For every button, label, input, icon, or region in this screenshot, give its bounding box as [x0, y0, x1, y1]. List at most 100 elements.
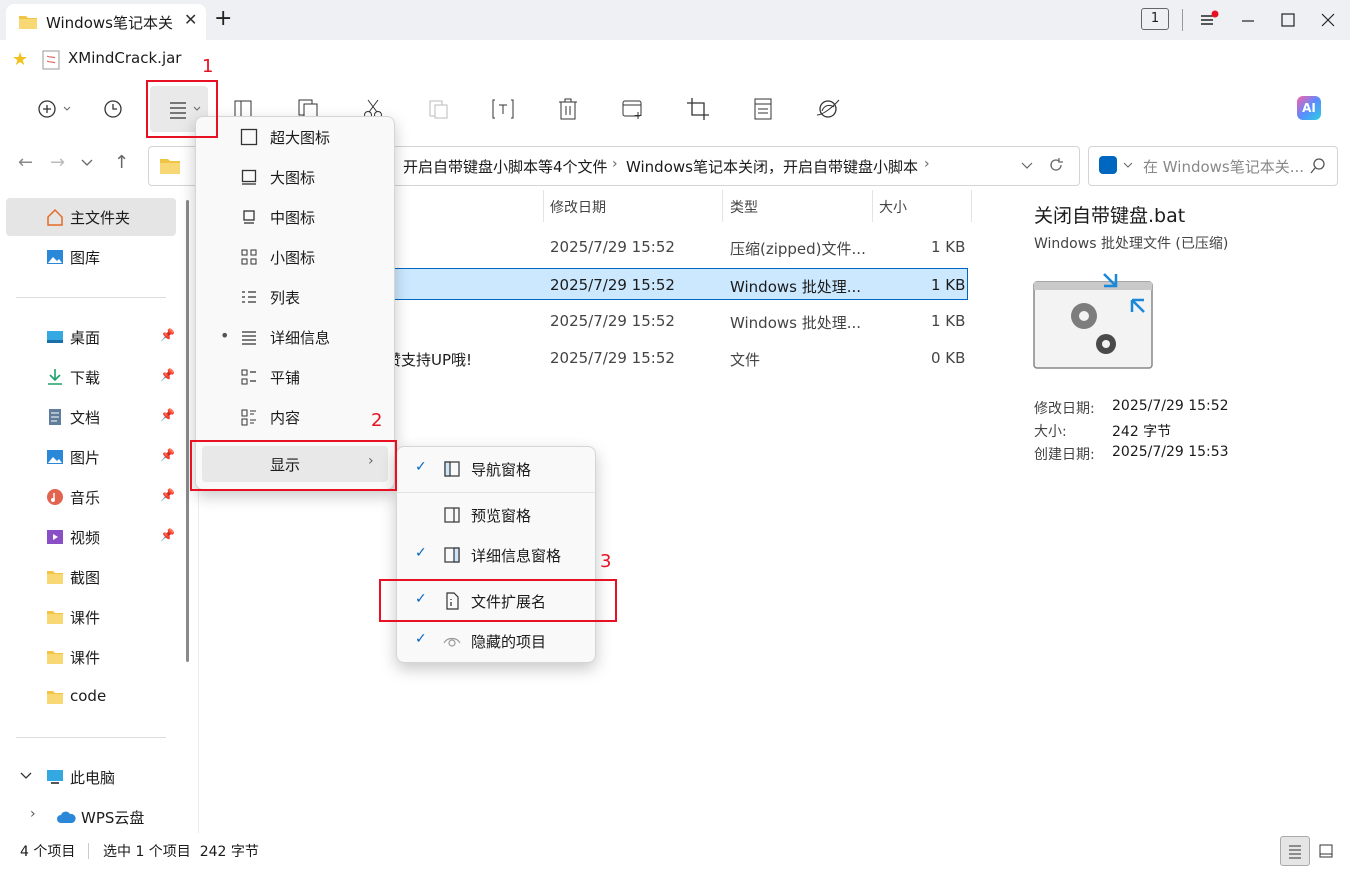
chevron-right-icon[interactable]: ›: [30, 806, 36, 822]
new-tab-action-button[interactable]: [620, 96, 646, 122]
refresh-icon[interactable]: [1047, 156, 1065, 174]
rename-button[interactable]: [490, 96, 516, 122]
sidebar-item-videos[interactable]: 视频 📌: [6, 518, 176, 556]
menu-item-large-icons[interactable]: 大图标: [202, 159, 386, 195]
share-button[interactable]: [815, 96, 841, 122]
menu-item-hidden-items[interactable]: ✓ 隐藏的项目: [403, 623, 589, 659]
history-button[interactable]: [100, 96, 126, 122]
tab-active[interactable]: Windows笔记本关 ✕: [6, 4, 206, 40]
breadcrumb-segment[interactable]: Windows笔记本关闭，开启自带键盘小脚本: [626, 156, 918, 177]
sidebar-item-pictures[interactable]: 图片 📌: [6, 438, 176, 476]
menu-item-list[interactable]: 列表: [202, 279, 386, 315]
sidebar-item-courseware-2[interactable]: 课件: [6, 638, 176, 676]
sidebar-item-screenshots[interactable]: 截图: [6, 558, 176, 596]
new-button[interactable]: [36, 96, 76, 122]
menu-item-nav-pane[interactable]: ✓ 导航窗格: [403, 451, 589, 487]
paste-button[interactable]: [425, 96, 451, 122]
details-pane-icon: [444, 547, 460, 563]
up-icon[interactable]: ↑: [114, 152, 129, 173]
menu-item-details[interactable]: • 详细信息: [202, 319, 386, 355]
minimize-icon[interactable]: [1240, 12, 1256, 28]
details-view-button[interactable]: [1280, 836, 1310, 866]
medium-icons-icon: [243, 210, 255, 224]
delete-button[interactable]: [555, 96, 581, 122]
menu-item-content[interactable]: 内容: [202, 399, 386, 435]
new-tab-button[interactable]: +: [214, 6, 232, 31]
sidebar-item-wps-cloud[interactable]: › WPS云盘: [6, 798, 176, 836]
window-close-icon[interactable]: [1320, 12, 1336, 28]
chevron-down-icon[interactable]: [20, 772, 32, 782]
pin-icon[interactable]: 📌: [160, 368, 175, 382]
search-engine-icon[interactable]: [1099, 156, 1117, 174]
search-input[interactable]: 在 Windows笔记本关...: [1143, 156, 1304, 177]
chevron-down-icon[interactable]: [1123, 162, 1133, 169]
sidebar-item-music[interactable]: 音乐 📌: [6, 478, 176, 516]
menu-item-label: 导航窗格: [471, 461, 532, 479]
sidebar-item-code[interactable]: code: [6, 678, 176, 716]
sidebar-item-this-pc[interactable]: 此电脑: [6, 758, 176, 796]
menu-item-preview-pane[interactable]: 预览窗格: [403, 497, 589, 533]
back-icon[interactable]: ←: [18, 152, 33, 173]
menu-item-small-icons[interactable]: 小图标: [202, 239, 386, 275]
bookmark-label: XMindCrack.jar: [68, 49, 182, 67]
annotation-number-2: 2: [371, 410, 383, 431]
sidebar-scrollbar[interactable]: [186, 200, 189, 662]
sidebar-item-desktop[interactable]: 桌面 📌: [6, 318, 176, 356]
search-icon[interactable]: [1309, 157, 1327, 175]
properties-button[interactable]: [750, 96, 776, 122]
breadcrumb-segment[interactable]: 开启自带键盘小脚本等4个文件: [403, 156, 608, 177]
navigation-pane: 主文件夹 图库 桌面 📌 下载 📌 文档 📌 图片 📌 音乐 📌 视频 📌 截图: [0, 190, 198, 833]
column-header-date[interactable]: 修改日期: [550, 197, 606, 217]
menu-item-extra-large-icons[interactable]: 超大图标: [202, 119, 386, 155]
close-icon[interactable]: ✕: [184, 10, 197, 29]
item-count: 4 个项目: [20, 844, 76, 860]
sidebar-item-label: 截图: [70, 569, 101, 587]
sidebar-item-home[interactable]: 主文件夹: [6, 198, 176, 236]
pin-icon[interactable]: 📌: [160, 448, 175, 462]
check-icon: ✓: [415, 631, 427, 647]
ai-icon[interactable]: AI: [1297, 96, 1321, 120]
column-divider: [722, 190, 723, 222]
forward-icon[interactable]: →: [50, 152, 65, 173]
menu-item-tiles[interactable]: 平铺: [202, 359, 386, 395]
sidebar-item-label: 桌面: [70, 329, 101, 347]
annotation-box-3: [379, 579, 617, 622]
chevron-down-icon[interactable]: [1021, 162, 1033, 170]
pin-icon[interactable]: 📌: [160, 408, 175, 422]
video-icon: [47, 530, 63, 544]
sidebar-item-label: 课件: [70, 609, 101, 627]
sidebar-item-downloads[interactable]: 下载 📌: [6, 358, 176, 396]
menu-item-label: 隐藏的项目: [471, 633, 547, 651]
column-header-type[interactable]: 类型: [730, 197, 758, 217]
search-box[interactable]: 在 Windows笔记本关...: [1088, 146, 1338, 186]
new-tab-icon: [622, 100, 642, 119]
title-divider: [1182, 9, 1183, 31]
pin-icon[interactable]: 📌: [160, 328, 175, 342]
sidebar-item-label: 视频: [70, 529, 101, 547]
prop-value: 2025/7/29 15:53: [1112, 444, 1229, 460]
sidebar-item-documents[interactable]: 文档 📌: [6, 398, 176, 436]
menu-item-medium-icons[interactable]: 中图标: [202, 199, 386, 235]
menu-item-label: 平铺: [270, 369, 301, 387]
music-icon: [47, 489, 63, 505]
folder-icon: [47, 691, 63, 704]
sidebar-item-label: code: [70, 687, 107, 705]
delete-icon: [559, 98, 577, 120]
sidebar-item-label: 音乐: [70, 489, 101, 507]
tiles-view-icon[interactable]: [1318, 843, 1334, 859]
sidebar-divider: [16, 297, 166, 298]
pin-icon[interactable]: 📌: [160, 528, 175, 542]
maximize-icon[interactable]: [1280, 12, 1296, 28]
crop-button[interactable]: [685, 96, 711, 122]
sidebar-item-courseware[interactable]: 课件: [6, 598, 176, 636]
menu-icon[interactable]: [1199, 10, 1219, 30]
menu-item-details-pane[interactable]: ✓ 详细信息窗格: [403, 537, 589, 573]
sidebar-item-gallery[interactable]: 图库: [6, 238, 176, 276]
window-count-badge[interactable]: 1: [1141, 8, 1169, 30]
file-type: 文件: [730, 351, 761, 369]
sidebar-item-label: 此电脑: [70, 769, 116, 787]
column-header-size[interactable]: 大小: [879, 197, 907, 217]
recent-locations-icon[interactable]: [80, 158, 94, 168]
pin-icon[interactable]: 📌: [160, 488, 175, 502]
prop-value: 242 字节: [1112, 424, 1172, 440]
